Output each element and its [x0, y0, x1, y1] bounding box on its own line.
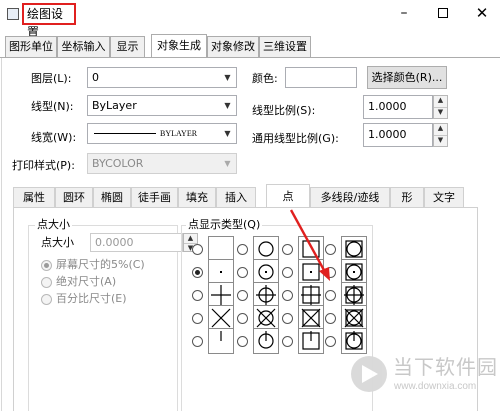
- color-label: 颜色:: [252, 72, 278, 85]
- point-type-radio-dot[interactable]: [192, 267, 203, 278]
- dropdown-arrow-icon: ▼: [224, 129, 231, 138]
- point-type-radio-empty-circle-square[interactable]: [325, 244, 336, 255]
- close-button[interactable]: ✕: [470, 3, 494, 25]
- subtab-point[interactable]: 点: [266, 184, 310, 208]
- watermark: 当下软件园 www.downxia.com: [345, 347, 500, 407]
- percent-size-label: 百分比尺寸(E): [56, 292, 127, 305]
- maximize-button[interactable]: [431, 3, 455, 25]
- dropdown-arrow-icon: ▼: [224, 159, 231, 168]
- point-type-radio-dot-circle-square[interactable]: [325, 267, 336, 278]
- point-type-radio-empty[interactable]: [192, 244, 203, 255]
- global-linetype-scale-label: 通用线型比例(G):: [252, 132, 339, 145]
- spin-down-icon[interactable]: ▼: [434, 107, 447, 118]
- subtab-ellipse[interactable]: 椭圆: [93, 187, 131, 208]
- subtab-donut[interactable]: 圆环: [55, 187, 93, 208]
- point-type-radio-empty-square[interactable]: [282, 244, 293, 255]
- spin-up-icon[interactable]: ▲: [434, 96, 447, 107]
- screen-percent-radio[interactable]: [41, 260, 52, 271]
- layer-select[interactable]: 0 ▼: [87, 67, 237, 88]
- point-type-radio-tick-circle-square[interactable]: [325, 336, 336, 347]
- point-type-radio-cross-circle[interactable]: [237, 290, 248, 301]
- linetype-scale-input[interactable]: 1.0000: [363, 95, 433, 119]
- tab-graphic-units[interactable]: 图形单位: [5, 36, 57, 57]
- spin-up-icon[interactable]: ▲: [434, 124, 447, 135]
- plot-style-value: BYCOLOR: [92, 157, 144, 170]
- point-type-radio-x-circle[interactable]: [237, 313, 248, 324]
- percent-size-radio[interactable]: [41, 294, 52, 305]
- point-display-type-title: 点显示类型(Q): [186, 218, 263, 232]
- maximize-icon: [438, 8, 448, 18]
- subtab-shape[interactable]: 形: [390, 187, 424, 208]
- tab-display[interactable]: 显示: [110, 36, 145, 57]
- point-type-radio-tick-circle[interactable]: [237, 336, 248, 347]
- tab-coordinate-input[interactable]: 坐标输入: [57, 36, 110, 57]
- window-title: 绘图设置: [22, 3, 76, 39]
- point-type-radio-x-circle-square[interactable]: [325, 313, 336, 324]
- screen-percent-label: 屏幕尺寸的5%(C): [56, 258, 145, 271]
- point-type-radio-tick-square[interactable]: [282, 336, 293, 347]
- entity-tab-strip: 属性 圆环 椭圆 徒手画 填充 插入 点 多线段/迹线 形 文字: [13, 184, 478, 208]
- point-size-group-title: 点大小: [35, 218, 72, 232]
- linetype-label: 线型(N):: [31, 100, 74, 113]
- plot-style-label: 打印样式(P):: [12, 159, 75, 172]
- linetype-scale-spinner[interactable]: ▲ ▼: [433, 95, 448, 119]
- lineweight-preview-line: [94, 133, 156, 134]
- subtab-freehand[interactable]: 徒手画: [131, 187, 178, 208]
- point-type-radio-cross[interactable]: [192, 290, 203, 301]
- layer-value: 0: [92, 71, 99, 84]
- point-type-tick-circle-icon[interactable]: [253, 328, 279, 354]
- lineweight-label: 线宽(W):: [31, 131, 77, 144]
- point-type-radio-dot-circle[interactable]: [237, 267, 248, 278]
- tab-object-modify[interactable]: 对象修改: [207, 36, 259, 57]
- point-type-radio-cross-square[interactable]: [282, 290, 293, 301]
- watermark-url: www.downxia.com: [394, 381, 477, 392]
- linetype-select[interactable]: ByLayer ▼: [87, 95, 237, 116]
- subtab-polyline-trace[interactable]: 多线段/迹线: [310, 187, 390, 208]
- point-type-radio-empty-circle[interactable]: [237, 244, 248, 255]
- tab-object-generation[interactable]: 对象生成: [151, 34, 207, 57]
- title-bar: 绘图设置 – ✕: [0, 0, 500, 39]
- point-size-group: [28, 225, 178, 411]
- point-type-radio-x[interactable]: [192, 313, 203, 324]
- dropdown-arrow-icon: ▼: [224, 73, 231, 82]
- point-type-tick-icon[interactable]: [208, 328, 234, 354]
- absolute-size-label: 绝对尺寸(A): [56, 275, 117, 288]
- spin-down-icon[interactable]: ▼: [434, 135, 447, 146]
- watermark-logo-icon: [351, 356, 387, 392]
- subtab-text[interactable]: 文字: [424, 187, 464, 208]
- absolute-size-radio[interactable]: [41, 277, 52, 288]
- lineweight-select[interactable]: BYLAYER ▼: [87, 123, 237, 144]
- global-linetype-scale-input[interactable]: 1.0000: [363, 123, 433, 147]
- subtab-insert[interactable]: 插入: [216, 187, 256, 208]
- app-icon: [7, 8, 19, 20]
- tab-3d-settings[interactable]: 三维设置: [259, 36, 311, 57]
- watermark-name: 当下软件园: [393, 355, 498, 379]
- plot-style-select[interactable]: BYCOLOR ▼: [87, 153, 237, 174]
- linetype-value: ByLayer: [92, 99, 137, 112]
- dropdown-arrow-icon: ▼: [224, 101, 231, 110]
- point-type-radio-dot-square[interactable]: [282, 267, 293, 278]
- layer-label: 图层(L):: [31, 72, 72, 85]
- point-type-radio-tick[interactable]: [192, 336, 203, 347]
- point-size-label: 点大小: [41, 236, 74, 249]
- subtab-hatch[interactable]: 填充: [178, 187, 216, 208]
- global-linetype-scale-spinner[interactable]: ▲ ▼: [433, 123, 448, 147]
- subtab-properties[interactable]: 属性: [13, 187, 55, 208]
- linetype-scale-label: 线型比例(S):: [252, 104, 316, 117]
- point-size-input[interactable]: 0.0000: [90, 233, 183, 252]
- point-type-tick-square-icon[interactable]: [298, 328, 324, 354]
- top-tab-strip: 图形单位 坐标输入 显示 对象生成 对象修改 三维设置: [0, 34, 500, 58]
- minimize-button[interactable]: –: [392, 3, 416, 25]
- point-type-radio-cross-circle-square[interactable]: [325, 290, 336, 301]
- color-swatch[interactable]: [285, 67, 357, 88]
- point-type-radio-x-square[interactable]: [282, 313, 293, 324]
- lineweight-value: BYLAYER: [160, 129, 198, 138]
- select-color-button[interactable]: 选择颜色(R)...: [367, 66, 447, 89]
